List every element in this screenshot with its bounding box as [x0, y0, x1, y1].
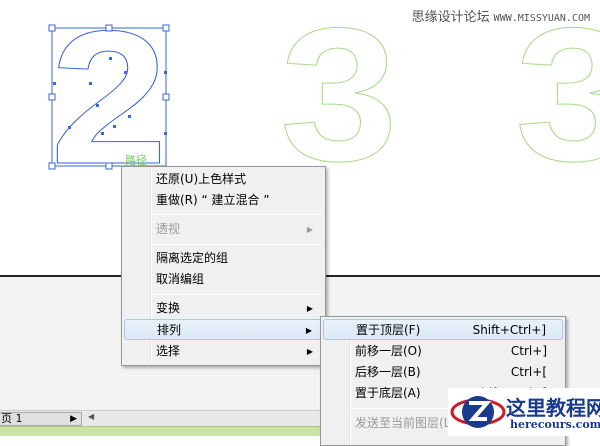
menu-separator: [152, 244, 321, 245]
menu-item-redo[interactable]: 重做(R) “ 建立混合 ”: [124, 190, 323, 211]
menu-item-label: 置于顶层(F): [356, 323, 421, 337]
menu-item-label: 变换: [156, 301, 181, 315]
menu-item-label: 置于底层(A): [355, 386, 421, 400]
menu-item-label: 取消编组: [156, 272, 205, 286]
site-logo: 这里教程网 herecours.com: [448, 388, 600, 436]
menu-item-bring-to-front[interactable]: 置于顶层(F) Shift+Ctrl+]: [323, 319, 563, 340]
digit-3[interactable]: 3: [515, 0, 600, 202]
menu-item-label: 后移一层(B): [355, 365, 421, 379]
shortcut-label: Ctrl+[: [510, 365, 547, 379]
page-select[interactable]: 页 1 ▶: [0, 412, 82, 426]
menu-item-label: 发送至当前图层(L): [355, 416, 456, 430]
menu-item-arrange[interactable]: 排列 ▶: [124, 319, 323, 340]
menu-item-label: 隔离选定的组: [156, 251, 229, 265]
submenu-arrow-icon: ▶: [306, 347, 313, 356]
menu-item-transform[interactable]: 变换 ▶: [124, 298, 323, 319]
menu-item-bring-forward[interactable]: 前移一层(O) Ctrl+]: [323, 341, 563, 362]
menu-item-perspective[interactable]: 透视 ▶: [124, 219, 323, 240]
scroll-left-arrow-icon[interactable]: ◀: [88, 412, 94, 421]
shortcut-label: Shift+Ctrl+]: [472, 323, 546, 337]
watermark-url: WWW.MISSYUAN.COM: [493, 13, 590, 24]
menu-item-send-backward[interactable]: 后移一层(B) Ctrl+[: [323, 362, 563, 383]
menu-item-ungroup[interactable]: 取消编组: [124, 269, 323, 290]
menu-item-label: 排列: [157, 323, 182, 337]
menu-separator: [152, 214, 321, 215]
triangle-right-icon: ▶: [70, 414, 77, 424]
menu-item-label: 重做(R) “ 建立混合 ”: [156, 193, 270, 207]
submenu-arrow-icon: ▶: [306, 225, 313, 234]
context-menu: 还原(U)上色样式 重做(R) “ 建立混合 ” 透视 ▶ 隔离选定的组 取消编组…: [121, 166, 326, 366]
site-watermark: 思缘设计论坛 WWW.MISSYUAN.COM: [412, 6, 590, 25]
menu-item-isolate-group[interactable]: 隔离选定的组: [124, 248, 323, 269]
shortcut-label: Ctrl+]: [510, 344, 547, 358]
menu-item-select[interactable]: 选择 ▶: [124, 341, 323, 362]
menu-item-label: 选择: [156, 344, 181, 358]
submenu-arrow-icon: ▶: [306, 304, 313, 313]
page-select-value: 页 1: [1, 412, 23, 425]
logo-cn: 这里教程网: [506, 396, 600, 420]
watermark-cn: 思缘设计论坛: [411, 10, 490, 25]
menu-item-label: 还原(U)上色样式: [156, 172, 247, 186]
menu-item-label: 透视: [156, 222, 181, 236]
menu-item-undo[interactable]: 还原(U)上色样式: [124, 169, 323, 190]
logo-z-icon: [450, 396, 506, 428]
menu-separator: [152, 294, 321, 295]
logo-en: herecours.com: [510, 418, 600, 431]
submenu-arrow-icon: ▶: [305, 326, 312, 335]
menu-item-label: 前移一层(O): [355, 344, 422, 358]
